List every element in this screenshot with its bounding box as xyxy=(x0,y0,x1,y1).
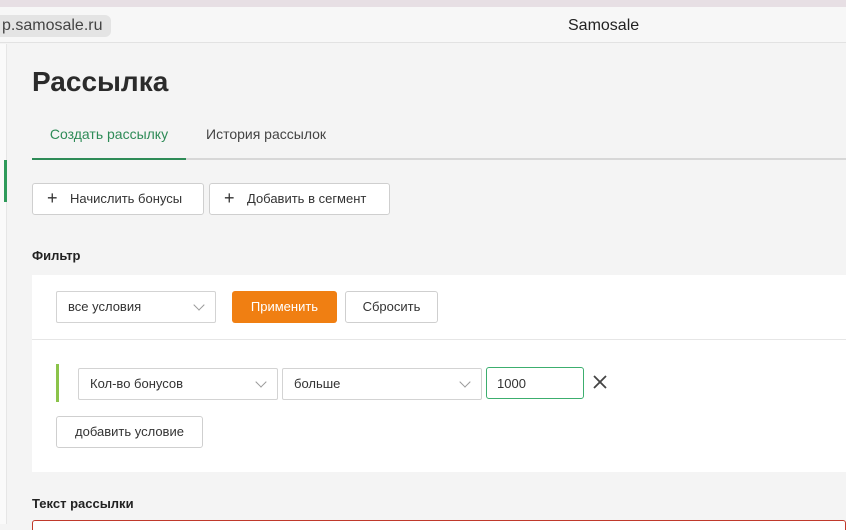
conditions-mode-value: все условия xyxy=(68,299,142,314)
reset-button[interactable]: Сбросить xyxy=(345,291,438,323)
chevron-down-icon xyxy=(193,299,205,311)
chevron-down-icon xyxy=(459,376,471,388)
browser-address-bar: p.samosale.ru Samosale xyxy=(0,7,846,43)
condition-field-value: Кол-во бонусов xyxy=(90,376,184,391)
filter-controls-panel: все условия Применить Сбросить xyxy=(32,275,846,340)
browser-tab-title: Samosale xyxy=(568,17,640,34)
chevron-down-icon xyxy=(255,376,267,388)
condition-value-input[interactable] xyxy=(486,367,584,399)
add-bonus-label: Начислить бонусы xyxy=(70,191,183,206)
condition-accent-bar xyxy=(56,364,59,402)
add-condition-button[interactable]: добавить условие xyxy=(56,416,203,448)
page-title: Рассылка xyxy=(32,66,169,97)
condition-field-select[interactable]: Кол-во бонусов xyxy=(78,368,278,400)
filter-conditions-panel: Кол-во бонусов больше добавить условие xyxy=(32,340,846,472)
condition-operator-select[interactable]: больше xyxy=(282,368,482,400)
apply-button[interactable]: Применить xyxy=(232,291,337,323)
main-content: Рассылка Создать рассылку История рассыл… xyxy=(7,44,846,530)
add-segment-label: Добавить в сегмент xyxy=(247,191,367,206)
add-bonus-button[interactable]: + Начислить бонусы xyxy=(32,183,204,215)
tab-create-mailing[interactable]: Создать рассылку xyxy=(32,114,186,160)
conditions-mode-select[interactable]: все условия xyxy=(56,291,216,323)
message-text-heading: Текст рассылки xyxy=(32,496,134,511)
close-icon xyxy=(593,375,607,389)
message-text-area[interactable] xyxy=(32,520,846,530)
url-field[interactable]: p.samosale.ru xyxy=(0,15,111,37)
add-to-segment-button[interactable]: + Добавить в сегмент xyxy=(209,183,390,215)
tab-mailing-history[interactable]: История рассылок xyxy=(206,114,326,158)
browser-top-strip xyxy=(0,0,846,7)
tab-bar: Создать рассылку История рассылок xyxy=(32,114,846,160)
condition-operator-value: больше xyxy=(294,376,341,391)
plus-icon: + xyxy=(47,188,58,208)
plus-icon: + xyxy=(224,188,235,208)
remove-condition-button[interactable] xyxy=(590,366,610,398)
filter-heading: Фильтр xyxy=(32,248,81,263)
sidebar-edge xyxy=(0,44,7,524)
